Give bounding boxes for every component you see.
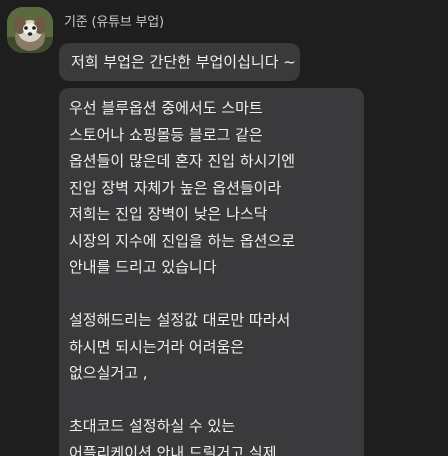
- message-line: 우선 블루옵션 중에서도 스마트: [69, 99, 263, 117]
- message-line: 시장의 지수에 진입을 하는 옵션으로: [69, 231, 296, 250]
- message-line: 없으실거고 ,: [69, 364, 148, 382]
- message-line: [69, 387, 354, 414]
- message-line: 설정해드리는 설정값 대로만 따라서: [69, 311, 291, 329]
- message-line: 스토어나 쇼핑몰등 블로그 같은: [69, 125, 263, 144]
- profile-avatar[interactable]: [7, 7, 53, 53]
- message-bubble[interactable]: 저희 부업은 간단한 부업이십니다 ~: [59, 43, 300, 81]
- message-line: 진입 장벽 자체가 높은 옵션들이라: [69, 178, 282, 197]
- message-line: 저희는 진입 장벽이 낮은 나스닥: [69, 205, 268, 223]
- message-line: [69, 281, 354, 308]
- message-text: 저희 부업은 간단한 부업이십니다 ~: [71, 53, 296, 71]
- sender-name: 기준 (유튜브 부업): [64, 15, 164, 30]
- message-line: 초대코드 설정하실 수 있는: [69, 417, 236, 435]
- message-bubble[interactable]: 우선 블루옵션 중에서도 스마트 스토어나 쇼핑몰등 블로그 같은 옵션들이 많…: [59, 88, 364, 456]
- message-line: 안내를 드리고 있습니다: [69, 258, 217, 276]
- dog-avatar-icon: [7, 7, 53, 53]
- message-line: 옵션들이 많은데 혼자 진입 하시기엔: [69, 152, 296, 170]
- chat-window: 기준 (유튜브 부업) 저희 부업은 간단한 부업이십니다 ~ 우선 블루옵션 …: [0, 0, 448, 456]
- message-line: 하시면 되시는거라 어려움은: [69, 337, 245, 356]
- message-line: 어플리케이션 안내 드릴거고 실제: [69, 443, 277, 456]
